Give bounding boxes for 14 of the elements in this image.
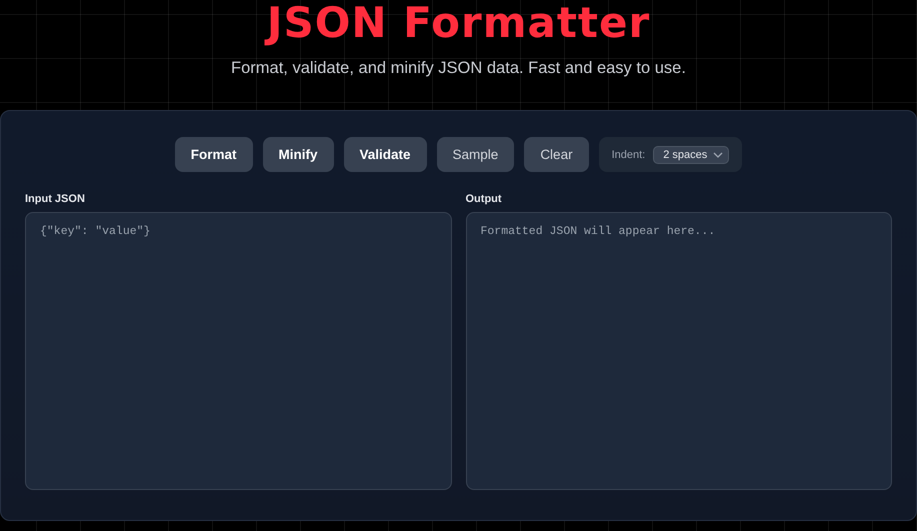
- input-field[interactable]: {"key": "value"}: [25, 212, 452, 490]
- output-field[interactable]: Formatted JSON will appear here...: [466, 212, 892, 490]
- action-button[interactable]: Minify: [262, 137, 334, 172]
- pane-label: Input JSON: [25, 193, 86, 205]
- pane-label: Output: [466, 193, 503, 205]
- page-title: JSON Formatter: [266, 0, 650, 46]
- subtitle: Format, validate, and minify JSON data. Fast and easy to use.: [231, 58, 686, 78]
- secondary-button[interactable]: Sample: [436, 137, 514, 172]
- indent-select[interactable]: 2 spaces: [653, 146, 730, 164]
- indent-label: Indent:: [612, 148, 646, 160]
- secondary-button[interactable]: Clear: [524, 137, 589, 172]
- chevron-icon: [713, 152, 724, 158]
- action-button[interactable]: Validate: [344, 137, 427, 172]
- action-button[interactable]: Format: [174, 137, 252, 172]
